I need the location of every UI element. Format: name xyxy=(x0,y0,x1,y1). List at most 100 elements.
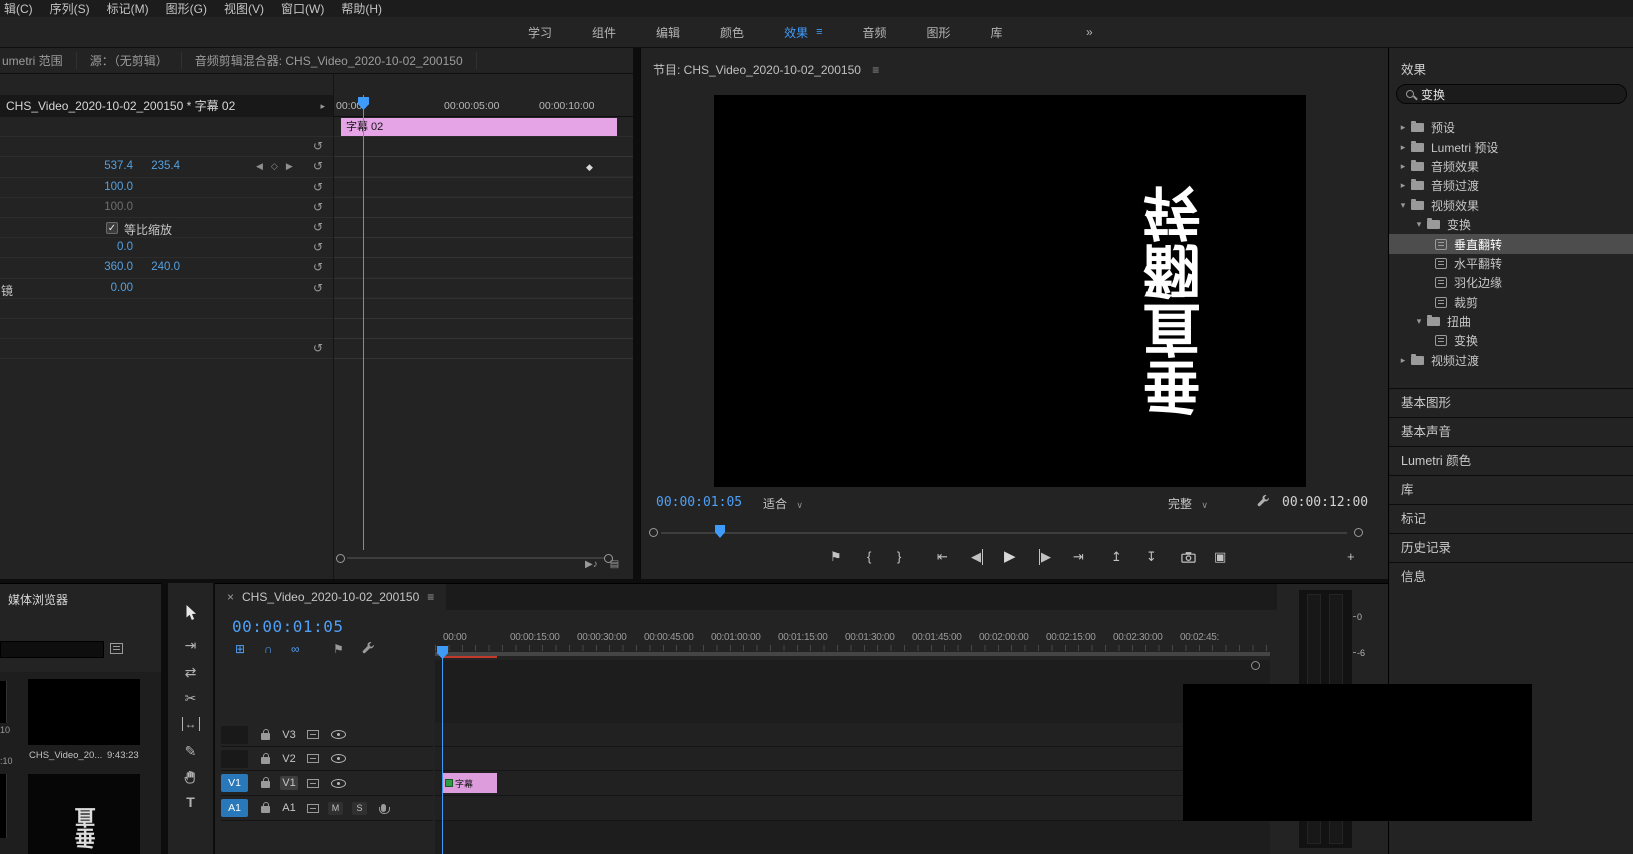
horizontal-scrollbar[interactable] xyxy=(347,557,605,559)
lock-icon[interactable] xyxy=(261,757,270,764)
workspace-tab-color[interactable]: 颜色 xyxy=(720,24,744,41)
playback-resolution-select[interactable]: 完整 ∨ xyxy=(1168,495,1208,512)
source-patch-empty[interactable] xyxy=(221,726,248,744)
nest-sequence-icon[interactable]: ⊞ xyxy=(235,642,245,656)
menu-item-window[interactable]: 窗口(W) xyxy=(281,0,324,17)
reset-icon[interactable]: ↺ xyxy=(313,341,323,355)
effect-crop[interactable]: 裁剪 xyxy=(1389,293,1633,312)
track-name-v1[interactable]: V1 xyxy=(280,776,298,790)
lift-button[interactable]: ↥ xyxy=(1111,549,1122,565)
position-y-value[interactable]: 235.4 xyxy=(140,160,180,172)
effects-search-input[interactable]: 变换 xyxy=(1396,84,1627,104)
bin-video-transitions[interactable]: ▸ 视频过渡 xyxy=(1389,351,1633,370)
timeline-playhead[interactable] xyxy=(442,646,443,854)
lock-icon[interactable] xyxy=(261,781,270,788)
clip-duration-bar[interactable]: 字幕 02 xyxy=(341,118,617,136)
scrub-handle-right[interactable] xyxy=(1354,528,1363,537)
bin-distort[interactable]: ▾ 扭曲 xyxy=(1389,312,1633,331)
add-keyframe-icon[interactable]: ◇ xyxy=(271,161,278,172)
clip-thumbnail[interactable]: 垂直 xyxy=(28,774,140,854)
go-to-in-button[interactable]: ⇤ xyxy=(937,549,948,565)
anchor-x-value[interactable]: 360.0 xyxy=(93,261,133,273)
anchor-y-value[interactable]: 240.0 xyxy=(140,261,180,273)
workspace-tab-learning[interactable]: 学习 xyxy=(528,24,552,41)
pen-tool-icon[interactable]: ✎ xyxy=(185,743,197,760)
chevron-right-icon[interactable]: ▸ xyxy=(1397,180,1409,191)
scale-value[interactable]: 100.0 xyxy=(93,181,133,193)
menu-item-graphics[interactable]: 图形(G) xyxy=(166,0,207,17)
track-name-v3[interactable]: V3 xyxy=(280,729,298,741)
program-video-preview[interactable]: 垂直翻转 xyxy=(714,95,1306,487)
sync-lock-icon[interactable] xyxy=(307,730,319,739)
clip-thumbnail-partial[interactable] xyxy=(0,774,7,838)
menu-item-help[interactable]: 帮助(H) xyxy=(341,0,382,17)
workspace-tab-menu-icon[interactable]: ≡ xyxy=(816,26,822,38)
chevron-down-icon[interactable]: ▾ xyxy=(1413,219,1425,230)
tab-source-monitor[interactable]: 源：（无剪辑） xyxy=(77,52,182,69)
mute-button[interactable]: M xyxy=(328,802,343,815)
step-back-button[interactable]: ◀ xyxy=(971,549,983,565)
workspace-tab-libraries[interactable]: 库 xyxy=(991,24,1003,41)
add-marker-icon[interactable]: ⚑ xyxy=(333,642,344,656)
reset-icon[interactable]: ↺ xyxy=(313,240,323,254)
settings-wrench-icon[interactable] xyxy=(1256,494,1269,510)
close-icon[interactable]: × xyxy=(227,590,234,604)
track-name-a1[interactable]: A1 xyxy=(280,802,298,814)
keyframe-icon[interactable]: ◆ xyxy=(586,162,593,173)
track-output-eye-icon[interactable] xyxy=(331,754,346,763)
menu-item-sequence[interactable]: 序列(S) xyxy=(50,0,90,17)
program-scrub-bar[interactable] xyxy=(661,532,1347,534)
chevron-right-icon[interactable]: ▸ xyxy=(320,95,325,117)
workspace-tab-graphics[interactable]: 图形 xyxy=(927,24,951,41)
bin-audio-transitions[interactable]: ▸ 音频过渡 xyxy=(1389,176,1633,195)
tab-essential-graphics[interactable]: 基本图形 xyxy=(1389,388,1633,417)
reset-icon[interactable]: ↺ xyxy=(313,159,323,173)
track-name-v2[interactable]: V2 xyxy=(280,753,298,765)
reset-icon[interactable]: ↺ xyxy=(313,260,323,274)
scrollbar-handle-left[interactable] xyxy=(336,554,345,563)
linked-selection-icon[interactable]: ∞ xyxy=(291,642,300,656)
source-patch-empty[interactable] xyxy=(221,750,248,768)
rotation-value[interactable]: 0.0 xyxy=(93,241,133,253)
bin-lumetri-presets[interactable]: ▸ Lumetri 预设 xyxy=(1389,137,1633,156)
add-marker-button[interactable]: ⚑ xyxy=(830,549,842,565)
track-output-eye-icon[interactable] xyxy=(331,779,346,788)
go-to-out-button[interactable]: ⇥ xyxy=(1073,549,1084,565)
tab-essential-sound[interactable]: 基本声音 xyxy=(1389,417,1633,446)
tab-markers[interactable]: 标记 xyxy=(1389,504,1633,533)
clip-thumbnail-partial[interactable] xyxy=(0,681,7,723)
tab-libraries[interactable]: 库 xyxy=(1389,475,1633,504)
workspace-overflow-button[interactable]: » xyxy=(1086,25,1093,39)
menu-item-view[interactable]: 视图(V) xyxy=(224,0,264,17)
ripple-edit-tool-icon[interactable]: ⇄ xyxy=(185,664,197,681)
export-frame-button[interactable] xyxy=(1181,551,1196,566)
lock-icon[interactable] xyxy=(261,733,270,740)
track-lane-a1[interactable] xyxy=(435,796,1270,821)
sync-lock-icon[interactable] xyxy=(307,804,319,813)
sync-lock-icon[interactable] xyxy=(307,779,319,788)
effect-controls-ruler[interactable]: 00:00 00:00:05:00 00:00:10:00 xyxy=(334,95,633,117)
reset-icon[interactable]: ↺ xyxy=(313,139,323,153)
bin-video-effects[interactable]: ▾ 视频效果 xyxy=(1389,196,1633,215)
tab-history[interactable]: 历史记录 xyxy=(1389,533,1633,562)
type-tool-icon[interactable]: T xyxy=(186,794,195,810)
track-lane-v1[interactable] xyxy=(435,771,1270,796)
panel-menu-icon[interactable]: ≡ xyxy=(872,63,879,77)
chevron-down-icon[interactable]: ▾ xyxy=(1397,200,1409,211)
solo-button[interactable]: S xyxy=(352,802,367,815)
workspace-tab-audio[interactable]: 音频 xyxy=(863,24,887,41)
hand-tool-icon[interactable] xyxy=(184,769,198,787)
bin-transform[interactable]: ▾ 变换 xyxy=(1389,215,1633,234)
reset-icon[interactable]: ↺ xyxy=(313,180,323,194)
snap-icon[interactable]: ∩ xyxy=(264,642,273,656)
position-x-value[interactable]: 537.4 xyxy=(93,160,133,172)
chevron-right-icon[interactable]: ▸ xyxy=(1397,161,1409,172)
voiceover-mic-icon[interactable] xyxy=(381,804,386,812)
lock-icon[interactable] xyxy=(261,806,270,813)
bin-audio-effects[interactable]: ▸ 音频效果 xyxy=(1389,157,1633,176)
list-view-icon[interactable] xyxy=(110,643,123,654)
track-select-tool-icon[interactable]: ⇥ xyxy=(185,637,197,654)
zoom-level-select[interactable]: 适合 ∨ xyxy=(763,495,803,512)
mark-in-button[interactable]: { xyxy=(867,549,871,564)
effect-transform[interactable]: 变换 xyxy=(1389,331,1633,350)
